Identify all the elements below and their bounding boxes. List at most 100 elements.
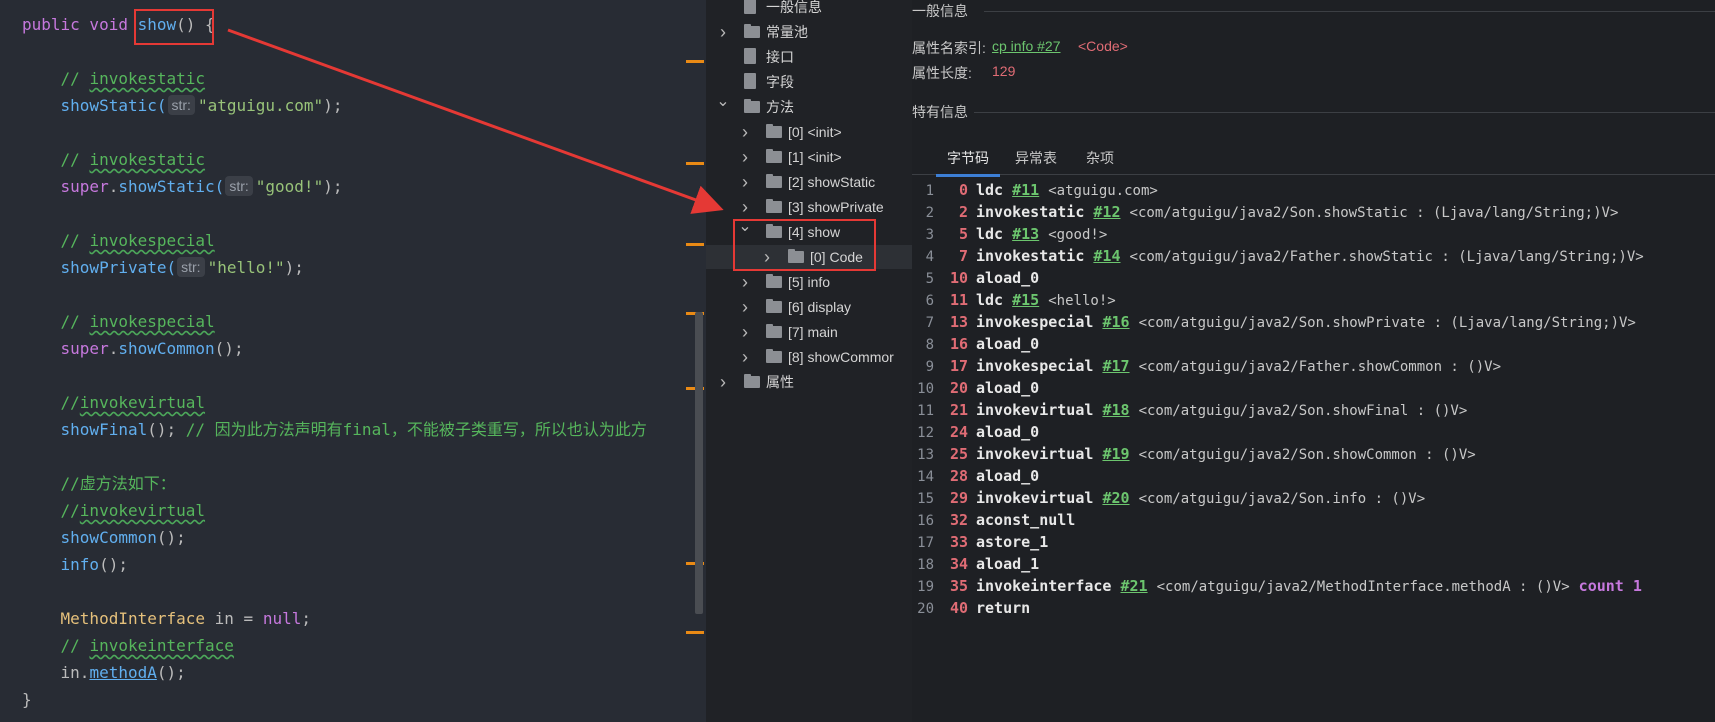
bytecode-line: 18 34 aload_1 [912, 553, 1039, 575]
code-line[interactable]: } [22, 686, 32, 713]
constant-pool-ref-link[interactable]: #14 [1093, 247, 1120, 265]
code-token: // [22, 312, 90, 331]
warning-stripe-mark[interactable] [686, 162, 704, 165]
chevron-down-icon[interactable]: ⌄ [716, 90, 730, 114]
line-number: 3 [925, 227, 934, 243]
code-line[interactable]: super.showCommon(); [22, 335, 244, 362]
chevron-right-icon[interactable]: › [738, 145, 752, 169]
code-line[interactable]: in.methodA(); [22, 659, 186, 686]
bytecode-line: 3 5 ldc #13 <good!> [912, 223, 1108, 245]
tree-item[interactable]: 一般信息 [706, 0, 912, 19]
tree-item[interactable]: 接口 [706, 45, 912, 69]
warning-stripe-mark[interactable] [686, 60, 704, 63]
code-editor[interactable]: public void show() { // invokestatic sho… [0, 0, 706, 722]
code-token: // [22, 393, 80, 412]
folder-icon [744, 99, 760, 113]
tree-item[interactable]: › [7] main [706, 320, 912, 344]
code-line[interactable]: //虚方法如下： [22, 470, 176, 497]
code-line[interactable]: // invokespecial [22, 227, 215, 254]
parameter-hint: str: [167, 95, 195, 115]
code-line[interactable]: info(); [22, 551, 128, 578]
name-index-tag: <Code> [1078, 38, 1128, 54]
constant-pool-ref-link[interactable]: #16 [1102, 313, 1129, 331]
chevron-right-icon[interactable]: › [738, 270, 752, 294]
bytecode-offset: 10 [949, 269, 968, 287]
code-token: //虚方法如下： [22, 474, 176, 493]
chevron-right-icon[interactable]: › [738, 295, 752, 319]
tree-item[interactable]: ⌄ 方法 [706, 93, 912, 119]
constant-pool-ref-link[interactable]: #20 [1102, 489, 1129, 507]
opcode: ldc [976, 291, 1004, 309]
code-token: info [22, 555, 100, 574]
tree-item[interactable]: › [2] showStatic [706, 170, 912, 194]
chevron-right-icon[interactable]: › [738, 345, 752, 369]
opcode: aload_0 [976, 379, 1040, 397]
constant-pool-ref-link[interactable]: #12 [1093, 203, 1120, 221]
tree-item[interactable]: › [3] showPrivate [706, 195, 912, 219]
code-token: (); [147, 420, 186, 439]
chevron-right-icon[interactable]: › [716, 370, 730, 394]
warning-stripe-mark[interactable] [686, 243, 704, 246]
bytecode-offset: 7 [958, 247, 968, 265]
code-line[interactable]: showPrivate(str: "hello!"); [22, 254, 304, 281]
chevron-right-icon[interactable]: › [738, 320, 752, 344]
code-token: ); [323, 96, 343, 115]
constant-pool-ref-link[interactable]: #15 [1012, 291, 1039, 309]
code-line[interactable]: //invokevirtual [22, 389, 206, 416]
code-line[interactable]: super.showStatic(str: "good!"); [22, 173, 342, 200]
code-line[interactable]: showCommon(); [22, 524, 186, 551]
code-line[interactable]: // invokeinterface [22, 632, 234, 659]
tree-item[interactable]: › 属性 [706, 370, 912, 394]
tree-item[interactable]: › [8] showCommor [706, 345, 912, 369]
tree-item[interactable]: › [0] <init> [706, 120, 912, 144]
tab-misc[interactable]: 杂项 [1076, 142, 1124, 174]
code-line[interactable]: MethodInterface in = null; [22, 605, 311, 632]
name-index-link[interactable]: cp info #27 [992, 38, 1061, 54]
constant-pool-ref-link[interactable]: #21 [1121, 577, 1148, 595]
code-line[interactable]: //invokevirtual [22, 497, 206, 524]
code-token: // [22, 150, 90, 169]
line-number: 6 [925, 293, 934, 309]
bytecode-offset: 24 [949, 423, 968, 441]
opcode: return [976, 599, 1031, 617]
tab-exception-table[interactable]: 异常表 [1008, 142, 1064, 174]
code-line[interactable]: showFinal(); // 因为此方法声明有final，不能被子类重写，所以… [22, 416, 647, 443]
code-line[interactable]: // invokestatic [22, 146, 206, 173]
warning-stripe-mark[interactable] [686, 631, 704, 634]
constant-pool-ref-link[interactable]: #17 [1102, 357, 1129, 375]
tree-item[interactable]: › 常量池 [706, 20, 912, 44]
opcode: invokespecial [976, 357, 1094, 375]
line-number: 8 [925, 337, 934, 353]
constant-pool-ref-link[interactable]: #11 [1012, 181, 1039, 199]
tree-item[interactable]: › [5] info [706, 270, 912, 294]
code-line[interactable]: // invokespecial [22, 308, 215, 335]
bytecode-offset: 2 [958, 203, 968, 221]
highlight-show-method [134, 9, 214, 45]
code-line[interactable]: showStatic(str: "atguigu.com"); [22, 92, 342, 119]
line-number: 16 [917, 513, 934, 529]
constant-pool-ref-link[interactable]: #13 [1012, 225, 1039, 243]
bytecode-line: 12 24 aload_0 [912, 421, 1039, 443]
tree-item[interactable]: 字段 [706, 70, 912, 94]
file-icon [744, 48, 756, 64]
chevron-right-icon[interactable]: › [738, 170, 752, 194]
tree-item-label: [5] info [788, 274, 831, 290]
code-token: . [108, 339, 119, 358]
tree-item[interactable]: › [1] <init> [706, 145, 912, 169]
chevron-right-icon[interactable]: › [738, 120, 752, 144]
bytecode-line: 14 28 aload_0 [912, 465, 1039, 487]
tab-bytecode[interactable]: 字节码 [936, 142, 1000, 177]
folder-icon [766, 149, 782, 163]
bytecode-line: 19 35 invokeinterface #21 <com/atguigu/jav… [912, 575, 1642, 597]
chevron-right-icon[interactable]: › [716, 20, 730, 44]
code-line[interactable]: // invokestatic [22, 65, 206, 92]
highlight-show-code-node [733, 219, 876, 271]
tree-item[interactable]: › [6] display [706, 295, 912, 319]
constant-pool-ref-link[interactable]: #19 [1102, 445, 1129, 463]
code-token: // 因为此方法声明有final，不能被子类重写，所以也认为此方 [185, 420, 647, 439]
constant-pool-ref-link[interactable]: #18 [1102, 401, 1129, 419]
folder-icon [766, 349, 782, 363]
folder-icon [766, 299, 782, 313]
editor-scrollbar[interactable] [695, 312, 703, 614]
opcode-argument: <com/atguigu/java2/Son.showStatic : (Lja… [1129, 205, 1619, 221]
